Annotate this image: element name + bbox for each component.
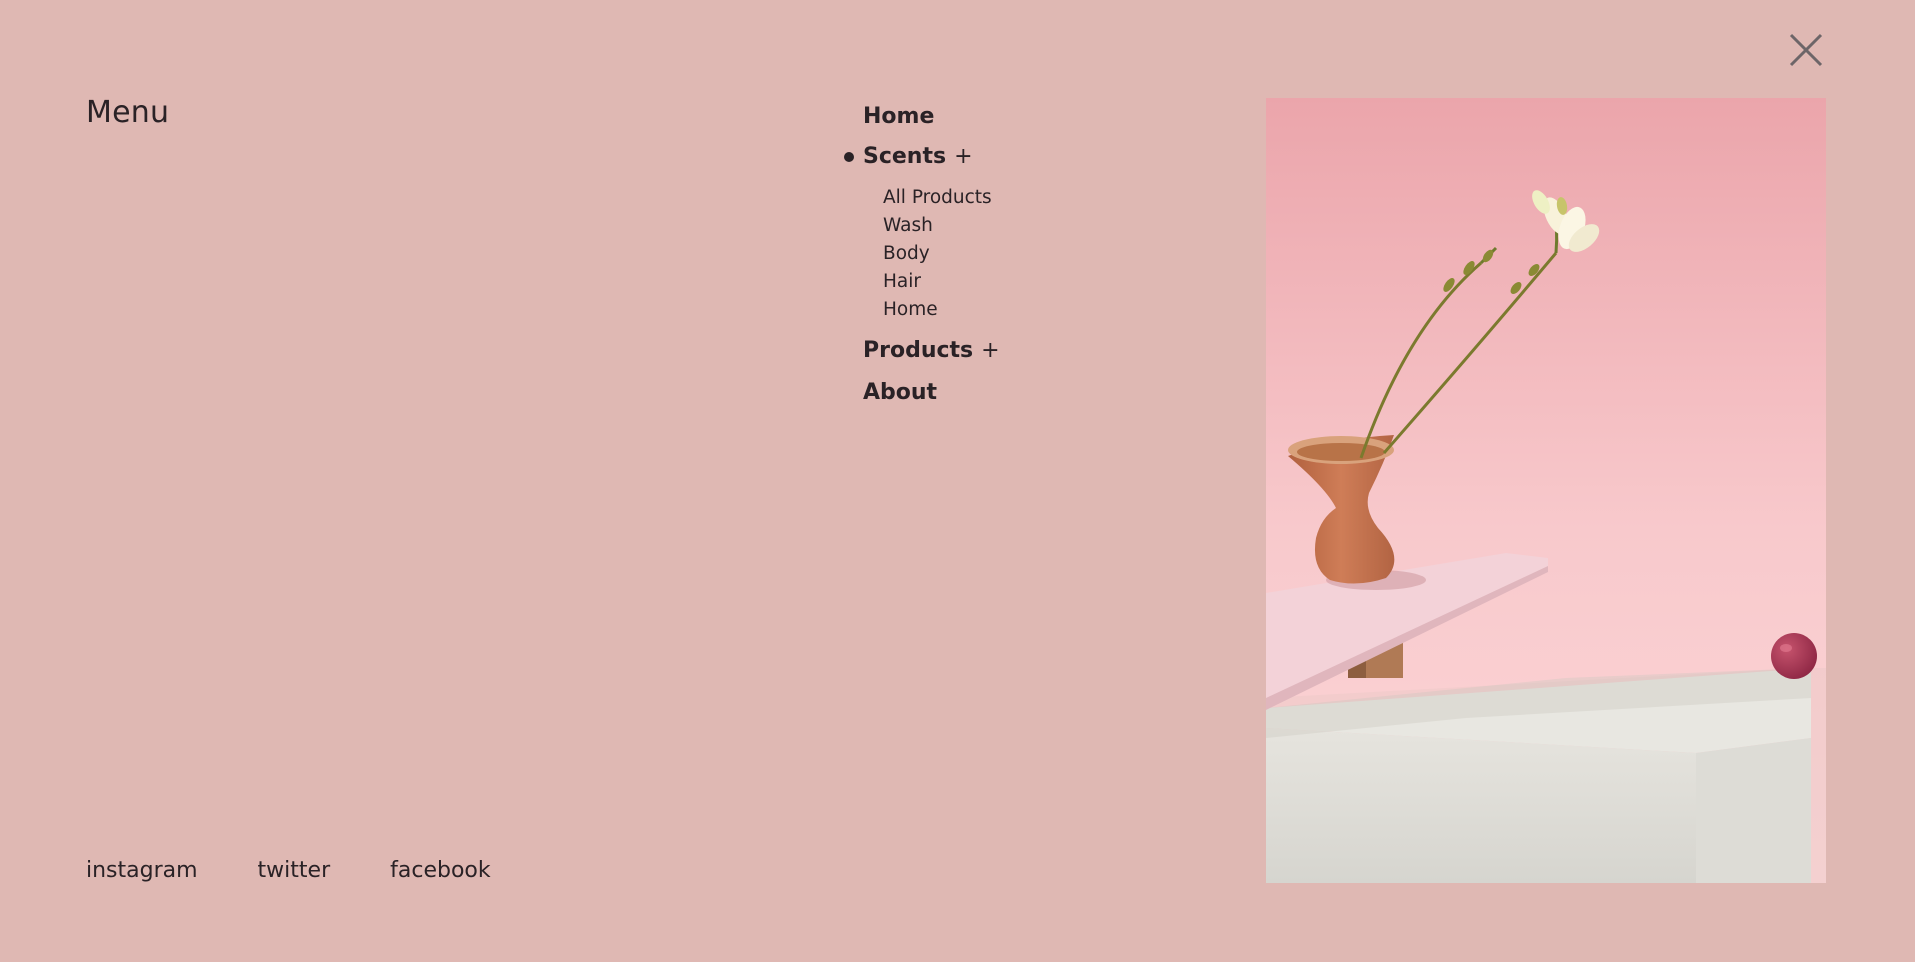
nav-item-scents[interactable]: Scents + All Products Wash Body Hair Home bbox=[844, 144, 1000, 324]
submenu-item-wash[interactable]: Wash bbox=[883, 212, 1000, 240]
vase-still-life-illustration bbox=[1266, 98, 1826, 883]
scents-submenu: All Products Wash Body Hair Home bbox=[883, 184, 1000, 324]
main-navigation: Home Scents + All Products Wash Body Hair… bbox=[844, 106, 1000, 404]
social-links: instagram twitter facebook bbox=[86, 860, 491, 882]
submenu-item-home[interactable]: Home bbox=[883, 296, 1000, 324]
nav-item-products[interactable]: Products + bbox=[863, 340, 1000, 362]
expand-scents-toggle[interactable]: + bbox=[954, 144, 972, 169]
instagram-link[interactable]: instagram bbox=[86, 860, 198, 882]
nav-item-scents-label: Scents bbox=[863, 144, 947, 169]
submenu-item-hair[interactable]: Hair bbox=[883, 268, 1000, 296]
close-button[interactable] bbox=[1786, 30, 1826, 70]
submenu-item-all-products[interactable]: All Products bbox=[883, 184, 1000, 212]
hero-image bbox=[1266, 98, 1826, 883]
facebook-link[interactable]: facebook bbox=[390, 860, 490, 882]
close-icon bbox=[1789, 33, 1823, 67]
nav-item-home[interactable]: Home bbox=[863, 106, 1000, 128]
nav-item-home-label: Home bbox=[863, 104, 935, 129]
nav-item-products-label: Products bbox=[863, 338, 974, 363]
menu-title: Menu bbox=[86, 95, 170, 130]
active-bullet-icon bbox=[844, 152, 854, 162]
submenu-item-body[interactable]: Body bbox=[883, 240, 1000, 268]
nav-item-about-label: About bbox=[863, 380, 938, 405]
expand-products-toggle[interactable]: + bbox=[981, 338, 999, 363]
nav-item-about[interactable]: About bbox=[863, 382, 1000, 404]
twitter-link[interactable]: twitter bbox=[258, 860, 331, 882]
